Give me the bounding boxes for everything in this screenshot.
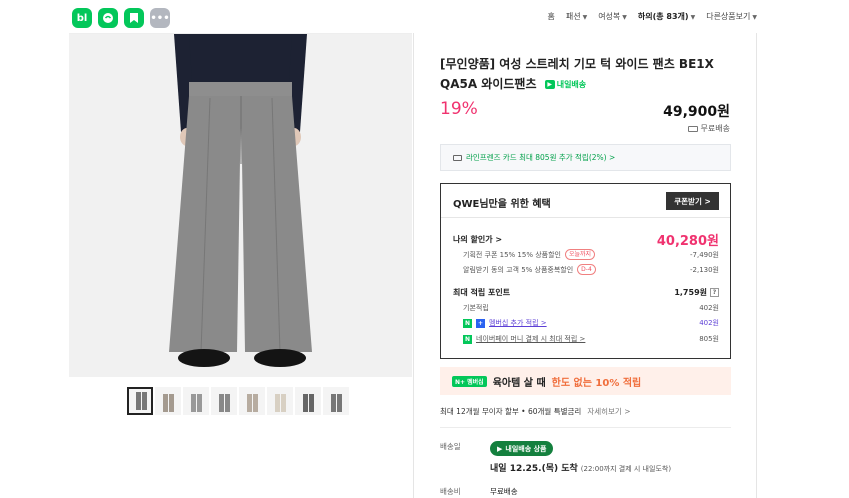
points-value: 1,759원 — [674, 288, 707, 297]
breadcrumb-womens[interactable]: 여성복 ▼ — [598, 11, 627, 22]
discount-rate: 19% — [440, 99, 478, 119]
breadcrumb-fashion[interactable]: 패션 ▼ — [566, 11, 587, 22]
shipping-fee-value: 무료배송 — [490, 487, 518, 496]
product-main-image[interactable] — [69, 33, 412, 377]
card-benefit-text: 라인프렌즈 카드 최대 805원 추가 적립(2%) > — [466, 153, 616, 162]
promo-highlight: 한도 없는 10% 적립 — [551, 377, 642, 389]
naver-blog-icon[interactable]: bl — [72, 8, 92, 28]
chevron-down-icon: ▼ — [690, 14, 696, 21]
product-title: [무인양품] 여성 스트레치 기모 턱 와이드 팬츠 BE1X QA5A 와이드… — [440, 54, 740, 95]
my-price-value: 40,280원 — [656, 234, 719, 249]
naver-plus-icon: N — [463, 318, 472, 328]
delivery-truck-icon: ▶ — [497, 444, 503, 453]
product-info-panel: [무인양품] 여성 스트레치 기모 턱 와이드 팬츠 BE1X QA5A 와이드… — [413, 33, 757, 498]
breadcrumb-other-products[interactable]: 다른상품보기 ▼ — [706, 11, 757, 22]
divider — [441, 217, 730, 218]
more-icon[interactable]: ••• — [150, 8, 170, 28]
product-title-line1: [무인양품] 여성 스트레치 기모 턱 와이드 팬츠 BE1X — [440, 57, 714, 71]
divider — [440, 427, 731, 428]
thumbnail-item[interactable] — [127, 387, 153, 415]
notify-discount-label: 알림받기 동의 고객 5% 상품중복할인 — [463, 265, 574, 274]
promo-text: 육아템 살 때 — [492, 377, 546, 389]
points-label: 최대 적립 포인트 — [453, 288, 511, 297]
base-points-row: 기본적립 402원 — [453, 303, 719, 313]
chevron-down-icon: ▼ — [752, 14, 757, 21]
product-gallery — [69, 33, 412, 498]
delivery-note: (22:00까지 결제 시 내일도착) — [580, 465, 672, 473]
delivery-date: 내일 12.25.(목) 도착 (22:00까지 결제 시 내일도착) — [490, 464, 672, 474]
benefit-box: QWE님만을 위한 혜택 쿠폰받기 > 나의 할인가 > 40,280원 기획전… — [440, 183, 731, 359]
shipping-fee-label: 배송비 — [440, 487, 461, 496]
benefit-heading: QWE님만을 위한 혜택 — [453, 199, 551, 210]
coupon-download-button[interactable]: 쿠폰받기 > — [666, 192, 719, 210]
installment-text: 최대 12개월 무이자 할부 • 60개월 특별금리 — [440, 407, 582, 416]
coupon-discount-value: -7,490원 — [689, 250, 719, 259]
membership-points-value: 402원 — [699, 319, 719, 327]
my-price-label: 나의 할인가 > — [453, 235, 503, 244]
coupon-discount-row: 기획전 쿠폰 15% 15% 상품할인 오늘까지 -7,490원 — [453, 249, 719, 260]
credit-card-icon — [453, 154, 462, 161]
base-points-value: 402원 — [699, 304, 719, 312]
naver-pay-icon: N — [463, 334, 472, 344]
help-icon[interactable]: ? — [710, 288, 719, 297]
membership-badge: N+ 멤버십 — [452, 375, 487, 387]
installment-info: 최대 12개월 무이자 할부 • 60개월 특별금리 자세히보기 > — [440, 406, 631, 417]
my-price-row[interactable]: 나의 할인가 > 40,280원 — [453, 230, 719, 249]
bookmark-icon[interactable] — [124, 8, 144, 28]
npay-points-row[interactable]: N 네이버페이 머니 결제 시 최대 적립 > 805원 — [453, 334, 719, 344]
npay-points-link[interactable]: 네이버페이 머니 결제 시 최대 적립 > — [476, 334, 585, 344]
card-benefit-banner[interactable]: 라인프렌즈 카드 최대 805원 추가 적립(2%) > — [440, 144, 731, 171]
shipping-info: 무료배송 — [687, 123, 730, 134]
thumbnail-strip — [127, 387, 349, 415]
coupon-discount-label: 기획전 쿠폰 15% 15% 상품할인 — [463, 250, 561, 259]
installment-more-link[interactable]: 자세히보기 > — [587, 406, 630, 417]
app-icons: bl ••• — [72, 8, 170, 28]
deadline-badge: 오늘까지 — [564, 249, 596, 260]
thumbnail-item[interactable] — [295, 387, 321, 415]
notify-discount-value: -2,130원 — [689, 265, 719, 274]
notify-discount-row: 알림받기 동의 고객 5% 상품중복할인 D-4 -2,130원 — [453, 264, 719, 275]
top-bar: bl ••• 홈 패션 ▼ 여성복 ▼ 하의(총 83개) ▼ 다른상품보기 ▼ — [0, 0, 849, 33]
product-price: 49,900원 — [663, 104, 730, 120]
fast-delivery-tag: ▶ 내일배송 — [544, 75, 586, 95]
plus-icon: + — [476, 318, 485, 328]
delivery-truck-icon: ▶ — [544, 80, 555, 89]
breadcrumb-bottoms[interactable]: 하의(총 83개) ▼ — [638, 11, 695, 22]
naver-cafe-icon[interactable] — [98, 8, 118, 28]
membership-promo-banner[interactable]: N+ 멤버십 육아템 살 때 한도 없는 10% 적립 — [440, 367, 731, 395]
thumbnail-item[interactable] — [211, 387, 237, 415]
product-title-line2: QA5A 와이드팬츠 — [440, 77, 537, 91]
thumbnail-item[interactable] — [183, 387, 209, 415]
breadcrumb: 홈 패션 ▼ 여성복 ▼ 하의(총 83개) ▼ 다른상품보기 ▼ — [547, 11, 757, 22]
breadcrumb-home[interactable]: 홈 — [547, 11, 554, 22]
delivery-badge: ▶ 내일배송 상품 — [490, 441, 554, 456]
thumbnail-item[interactable] — [239, 387, 265, 415]
membership-points-row[interactable]: N + 멤버십 추가 적립 > 402원 — [453, 318, 719, 328]
base-points-label: 기본적립 — [463, 304, 489, 312]
npay-points-value: 805원 — [699, 335, 719, 343]
thumbnail-item[interactable] — [155, 387, 181, 415]
chevron-down-icon: ▼ — [622, 14, 627, 21]
dday-badge: D-4 — [577, 264, 596, 275]
delivery-label: 배송일 — [440, 442, 461, 451]
points-row: 최대 적립 포인트 1,759원? — [453, 287, 719, 298]
chevron-down-icon: ▼ — [582, 14, 588, 21]
membership-points-link[interactable]: 멤버십 추가 적립 > — [489, 318, 547, 328]
thumbnail-item[interactable] — [267, 387, 293, 415]
thumbnail-item[interactable] — [323, 387, 349, 415]
truck-icon — [687, 125, 698, 132]
